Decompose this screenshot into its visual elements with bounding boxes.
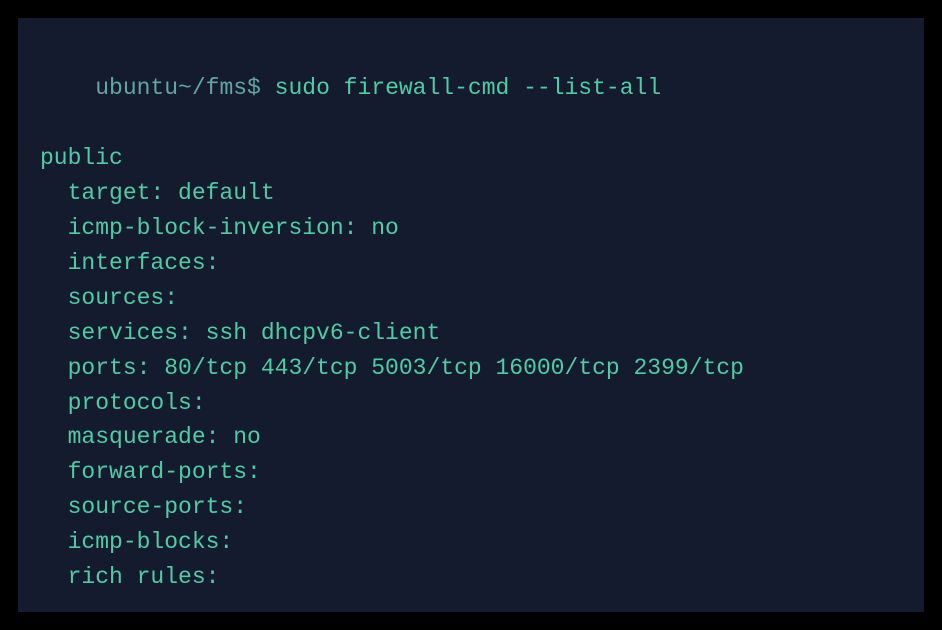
- prompt-user-host: ubuntu~/fms: [95, 75, 247, 101]
- output-target: target: default: [40, 176, 902, 211]
- blank-line: [40, 595, 902, 612]
- output-sources: sources:: [40, 281, 902, 316]
- output-zone: public: [40, 141, 902, 176]
- output-forward-ports: forward-ports:: [40, 455, 902, 490]
- output-rich-rules: rich rules:: [40, 560, 902, 595]
- prompt-symbol: $: [247, 75, 275, 101]
- output-interfaces: interfaces:: [40, 246, 902, 281]
- output-icmp-blocks: icmp-blocks:: [40, 525, 902, 560]
- output-ports: ports: 80/tcp 443/tcp 5003/tcp 16000/tcp…: [40, 351, 902, 386]
- output-source-ports: source-ports:: [40, 490, 902, 525]
- output-masquerade: masquerade: no: [40, 420, 902, 455]
- output-icmp-block-inversion: icmp-block-inversion: no: [40, 211, 902, 246]
- output-services: services: ssh dhcpv6-client: [40, 316, 902, 351]
- output-protocols: protocols:: [40, 386, 902, 421]
- command-line-1: ubuntu~/fms$ sudo firewall-cmd --list-al…: [40, 36, 902, 141]
- terminal-window[interactable]: ubuntu~/fms$ sudo firewall-cmd --list-al…: [18, 18, 924, 612]
- command-text: sudo firewall-cmd --list-all: [275, 75, 661, 101]
